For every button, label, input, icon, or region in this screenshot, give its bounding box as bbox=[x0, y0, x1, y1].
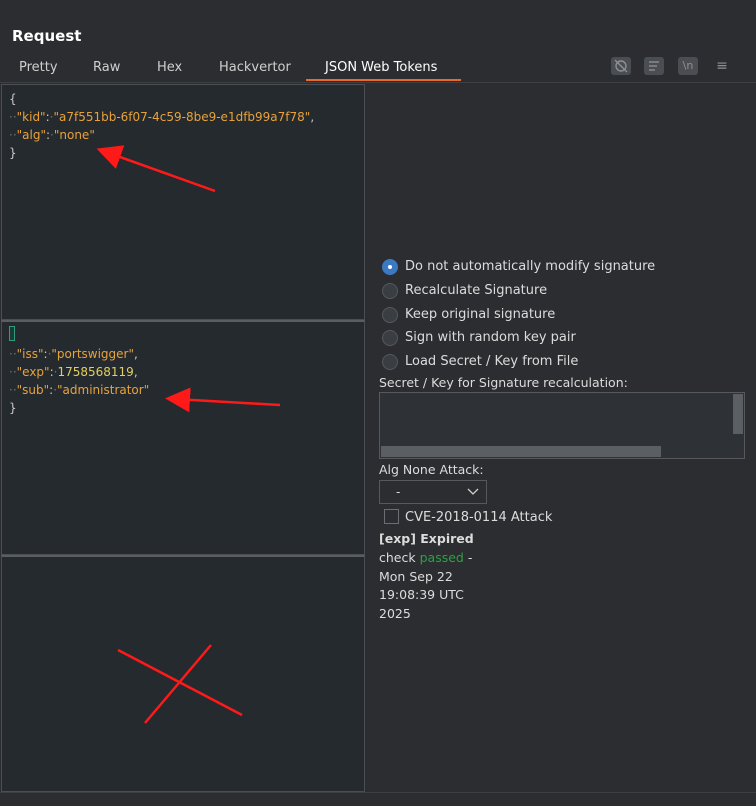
vertical-scrollbar[interactable] bbox=[733, 394, 743, 434]
tab-bar: Pretty Raw Hex Hackvertor JSON Web Token… bbox=[0, 56, 756, 82]
json-value-exp: 1758568119 bbox=[57, 365, 134, 379]
exp-status-title: [exp] Expired bbox=[379, 531, 474, 546]
exp-check-prefix: check bbox=[379, 550, 416, 565]
radio-button[interactable] bbox=[382, 283, 398, 299]
exp-check-status: passed bbox=[419, 550, 464, 565]
radio-label: Recalculate Signature bbox=[405, 283, 548, 298]
secret-key-label: Secret / Key for Signature recalculation… bbox=[379, 375, 628, 390]
tab-hackvertor[interactable]: Hackvertor bbox=[219, 56, 291, 80]
json-key-exp: "exp" bbox=[16, 365, 50, 379]
exp-check-dash: - bbox=[467, 550, 473, 565]
radio-label: Keep original signature bbox=[405, 307, 556, 322]
exp-time-line: 19:08:39 UTC bbox=[379, 587, 464, 602]
tab-json-web-tokens[interactable]: JSON Web Tokens bbox=[325, 56, 437, 80]
alg-none-select[interactable]: - bbox=[379, 480, 487, 504]
radio-button[interactable] bbox=[382, 307, 398, 323]
json-key-alg: "alg" bbox=[16, 128, 46, 142]
text-cursor bbox=[9, 326, 15, 341]
cve-checkbox[interactable] bbox=[384, 509, 399, 524]
json-value-sub: "administrator" bbox=[57, 383, 150, 397]
json-value-alg: "none" bbox=[53, 128, 95, 142]
radio-label: Sign with random key pair bbox=[405, 330, 576, 345]
hide-icon[interactable] bbox=[611, 57, 631, 75]
json-key-iss: "iss" bbox=[16, 347, 44, 361]
tab-raw[interactable]: Raw bbox=[93, 56, 120, 80]
pane-title: Request bbox=[12, 27, 82, 45]
json-brace: } bbox=[9, 146, 17, 160]
bottom-bar bbox=[0, 792, 756, 806]
radio-button-selected[interactable] bbox=[382, 259, 398, 275]
newline-icon[interactable]: \n bbox=[678, 57, 698, 75]
exp-date-line: Mon Sep 22 bbox=[379, 569, 453, 584]
horizontal-scrollbar[interactable] bbox=[381, 446, 661, 457]
exp-check-line: check passed - bbox=[379, 550, 472, 565]
divider bbox=[0, 82, 756, 83]
json-brace: } bbox=[9, 401, 17, 415]
json-value-kid: "a7f551bb-6f07-4c59-8be9-e1dfb99a7f78" bbox=[53, 110, 311, 124]
chevron-down-icon bbox=[466, 484, 480, 501]
json-key-sub: "sub" bbox=[16, 383, 50, 397]
secret-key-textarea[interactable] bbox=[379, 392, 745, 459]
radio-button[interactable] bbox=[382, 330, 398, 346]
radio-label: Load Secret / Key from File bbox=[405, 354, 579, 369]
tab-pretty[interactable]: Pretty bbox=[19, 56, 58, 80]
jwt-signature-editor[interactable] bbox=[1, 555, 365, 792]
menu-icon[interactable]: ≡ bbox=[712, 57, 732, 75]
jwt-header-editor[interactable]: { ··"kid":·"a7f551bb-6f07-4c59-8be9-e1df… bbox=[1, 84, 365, 320]
radio-button[interactable] bbox=[382, 354, 398, 370]
alg-none-selected-value: - bbox=[396, 485, 401, 499]
tab-hex[interactable]: Hex bbox=[157, 56, 182, 80]
active-tab-indicator bbox=[306, 79, 461, 81]
json-value-iss: "portswigger" bbox=[51, 347, 134, 361]
wrap-icon[interactable] bbox=[644, 57, 664, 75]
radio-label: Do not automatically modify signature bbox=[405, 259, 656, 274]
json-brace: { bbox=[9, 92, 17, 106]
json-key-kid: "kid" bbox=[16, 110, 46, 124]
cve-label: CVE-2018-0114 Attack bbox=[405, 510, 553, 525]
alg-none-label: Alg None Attack: bbox=[379, 462, 484, 477]
exp-year-line: 2025 bbox=[379, 606, 411, 621]
jwt-payload-editor[interactable]: ··"iss":·"portswigger", ··"exp":·1758568… bbox=[1, 320, 365, 555]
